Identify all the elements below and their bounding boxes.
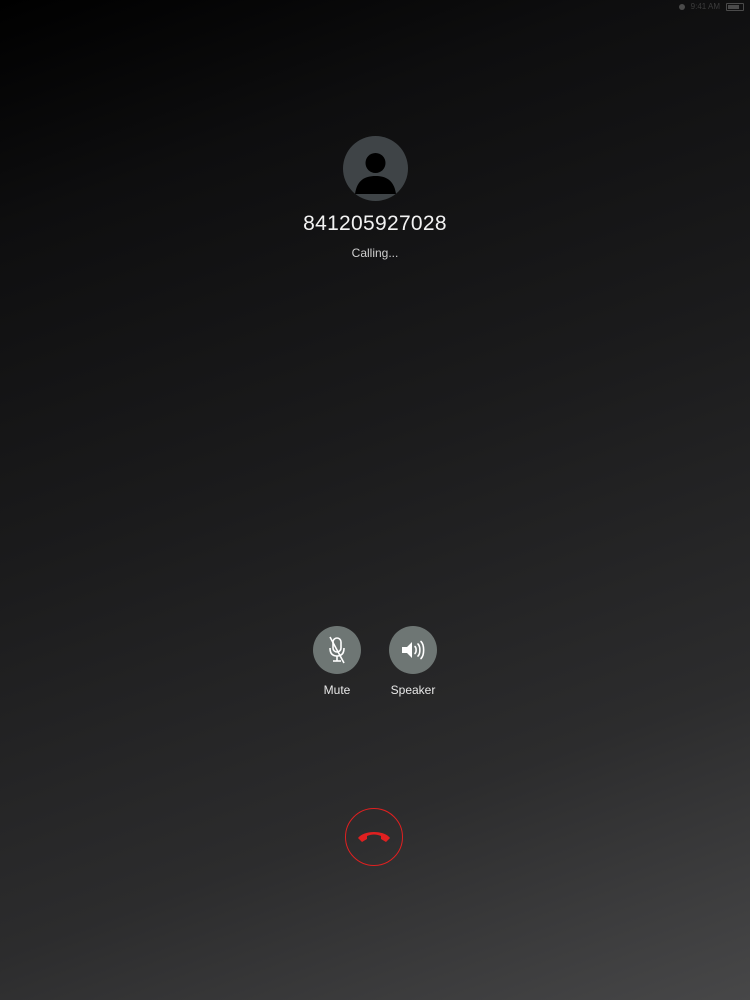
battery-icon bbox=[726, 3, 744, 11]
person-silhouette-icon bbox=[342, 136, 408, 201]
status-time: 9:41 AM bbox=[690, 2, 720, 11]
mute-button-circle[interactable] bbox=[313, 626, 361, 674]
speaker-button-circle[interactable] bbox=[389, 626, 437, 674]
microphone-muted-icon bbox=[329, 636, 345, 664]
end-call-button[interactable] bbox=[345, 808, 403, 866]
call-status: Calling... bbox=[351, 246, 399, 260]
caller-number: 841205927028 bbox=[303, 212, 447, 235]
caller-info: 841205927028 Calling... bbox=[0, 136, 750, 260]
wifi-icon bbox=[678, 4, 685, 10]
call-controls: Mute Speaker bbox=[0, 626, 750, 697]
speaker-label: Speaker bbox=[390, 683, 436, 697]
status-bar: 9:41 AM bbox=[678, 2, 744, 12]
mute-label: Mute bbox=[323, 683, 351, 697]
call-screen: 9:41 AM 841205927028 Calling... Mute Spe… bbox=[0, 0, 750, 1000]
speaker-button[interactable]: Speaker bbox=[389, 626, 437, 697]
mute-button[interactable]: Mute bbox=[313, 626, 361, 697]
speaker-volume-icon bbox=[402, 640, 425, 660]
phone-hangup-icon bbox=[358, 832, 390, 842]
